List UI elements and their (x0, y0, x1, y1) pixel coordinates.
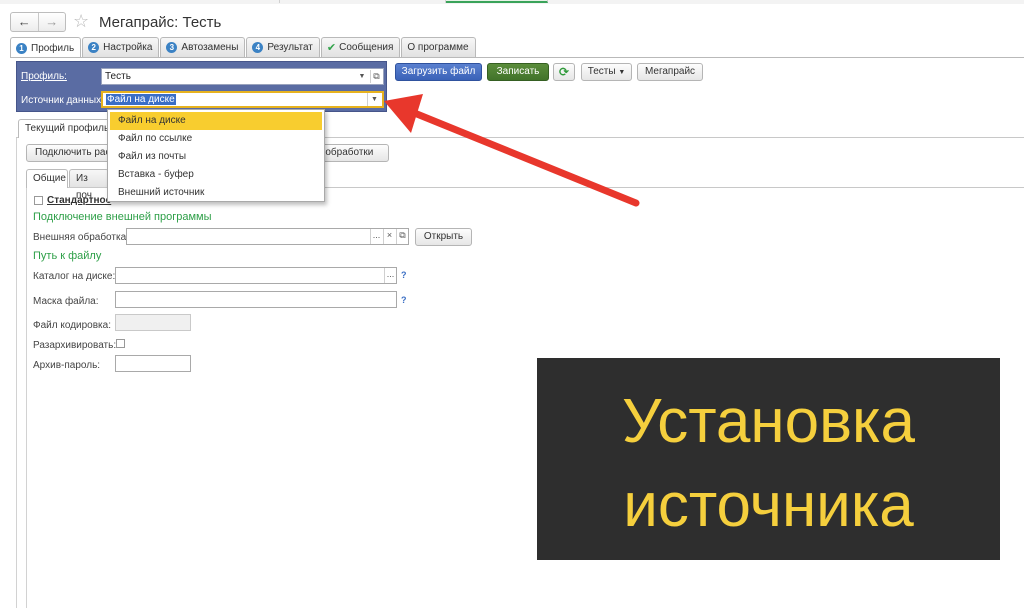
source-setup-banner: Установка источника (537, 358, 1000, 560)
load-file-button[interactable]: Загрузить файл (395, 63, 482, 81)
source-value: Файл на диске (106, 94, 176, 105)
tests-button[interactable]: Тесты ▼ (581, 63, 632, 81)
catalog-label: Каталог на диске: (33, 271, 116, 282)
tab-number-badge: 4 (252, 42, 264, 53)
connect-button[interactable]: Подключить рас (26, 144, 116, 162)
encoding-input (115, 314, 191, 331)
chevron-down-icon: ▼ (618, 69, 626, 76)
catalog-input[interactable]: ... (115, 267, 397, 284)
tab-result[interactable]: 4 Результат (246, 37, 320, 57)
tab-about[interactable]: О программе (401, 37, 476, 57)
dropdown-option-external-source[interactable]: Внешний источник (108, 184, 324, 202)
dropdown-option-url-file[interactable]: Файл по ссылке (108, 130, 324, 148)
check-icon: ✔ (326, 42, 337, 54)
window-title: Мегапрайс: Тесть (99, 14, 222, 31)
tab-label: О программе (407, 42, 469, 53)
main-tabs: 1 Профиль 2 Настройка 3 Автозамены 4 Рез… (10, 37, 477, 58)
tab-settings[interactable]: 2 Настройка (82, 37, 160, 57)
help-mark[interactable]: ? (401, 295, 407, 305)
window-tab-segment[interactable] (0, 0, 280, 3)
tab-divider (10, 57, 1024, 58)
archive-password-label: Архив-пароль: (33, 360, 101, 371)
open-icon[interactable]: ⧉ (396, 229, 408, 244)
refresh-icon: ⟳ (558, 65, 570, 79)
arrow-right-icon[interactable]: → (37, 13, 66, 31)
file-path-heading: Путь к файлу (33, 250, 102, 262)
file-mask-input[interactable] (115, 291, 397, 308)
standard-checkbox[interactable] (34, 196, 43, 205)
tab-number-badge: 2 (88, 42, 100, 53)
ellipsis-icon[interactable]: ... (384, 268, 396, 283)
tab-from-mail[interactable]: Из поч (69, 169, 109, 201)
banner-line-1: Установка (621, 387, 916, 456)
arrow-left-icon[interactable]: ← (11, 13, 38, 31)
tab-label: Сообщения (339, 42, 394, 53)
open-icon[interactable]: ⧉ (370, 70, 382, 83)
source-select[interactable]: Файл на диске ▼ (101, 91, 384, 108)
tab-number-badge: 1 (16, 42, 27, 54)
tab-label: Настройка (103, 42, 153, 53)
dropdown-option-disk-file[interactable]: Файл на диске (110, 112, 322, 130)
banner-line-2: источника (623, 471, 914, 540)
open-button[interactable]: Открыть (415, 228, 472, 246)
profile-label-link[interactable]: Профиль: (21, 71, 67, 82)
dropdown-option-clipboard[interactable]: Вставка - буфер (108, 166, 324, 184)
external-processing-label: Внешняя обработка: (33, 232, 129, 243)
megaprice-button[interactable]: Мегапрайс (637, 63, 703, 81)
window-tab-segment-active[interactable] (446, 0, 548, 3)
profile-value: Тесть (105, 71, 131, 82)
clear-icon[interactable]: × (383, 229, 395, 244)
tab-autoreplace[interactable]: 3 Автозамены (160, 37, 246, 57)
tab-messages[interactable]: ✔ Сообщения (320, 37, 401, 57)
tab-current-profile[interactable]: Текущий профиль (18, 119, 117, 138)
dropdown-option-mail-file[interactable]: Файл из почты (108, 148, 324, 166)
refresh-button[interactable]: ⟳ (553, 63, 575, 81)
external-program-heading: Подключение внешней программы (33, 211, 212, 223)
unzip-label: Разархивировать: (33, 340, 117, 351)
mask-label: Маска файла: (33, 296, 99, 307)
tab-label: Профиль (31, 42, 75, 54)
tests-label: Тесты (587, 66, 616, 77)
standard-checkbox-label[interactable]: Стандартное (47, 195, 111, 206)
ellipsis-icon[interactable]: ... (370, 229, 382, 244)
tab-profile[interactable]: 1 Профиль (10, 37, 82, 58)
help-mark[interactable]: ? (401, 270, 407, 280)
source-dropdown-list: Файл на диске Файл по ссылке Файл из поч… (107, 109, 325, 202)
history-nav: ← → (10, 12, 66, 32)
title-bar: ← → ☆ Мегапрайс: Тесть (0, 4, 1024, 34)
chevron-down-icon[interactable]: ▼ (367, 93, 381, 106)
archive-password-input[interactable] (115, 355, 191, 372)
source-label: Источник данных: (21, 95, 104, 106)
window-tab-segment[interactable] (280, 0, 446, 3)
tab-general[interactable]: Общие (26, 169, 68, 188)
tab-label: Результат (267, 42, 313, 53)
external-processing-input[interactable]: ... × ⧉ (126, 228, 409, 245)
unzip-checkbox[interactable] (116, 339, 125, 348)
chevron-down-icon[interactable]: ▼ (356, 69, 368, 84)
encoding-label: Файл кодировка: (33, 320, 111, 331)
profile-select[interactable]: Тесть ▼ ⧉ (101, 68, 384, 85)
profile-panel: Профиль: Тесть ▼ ⧉ Источник данных: Файл… (16, 61, 387, 112)
save-button[interactable]: Записать (487, 63, 549, 81)
tab-number-badge: 3 (166, 42, 178, 53)
tab-label: Автозамены (181, 42, 239, 53)
star-icon[interactable]: ☆ (73, 12, 89, 30)
